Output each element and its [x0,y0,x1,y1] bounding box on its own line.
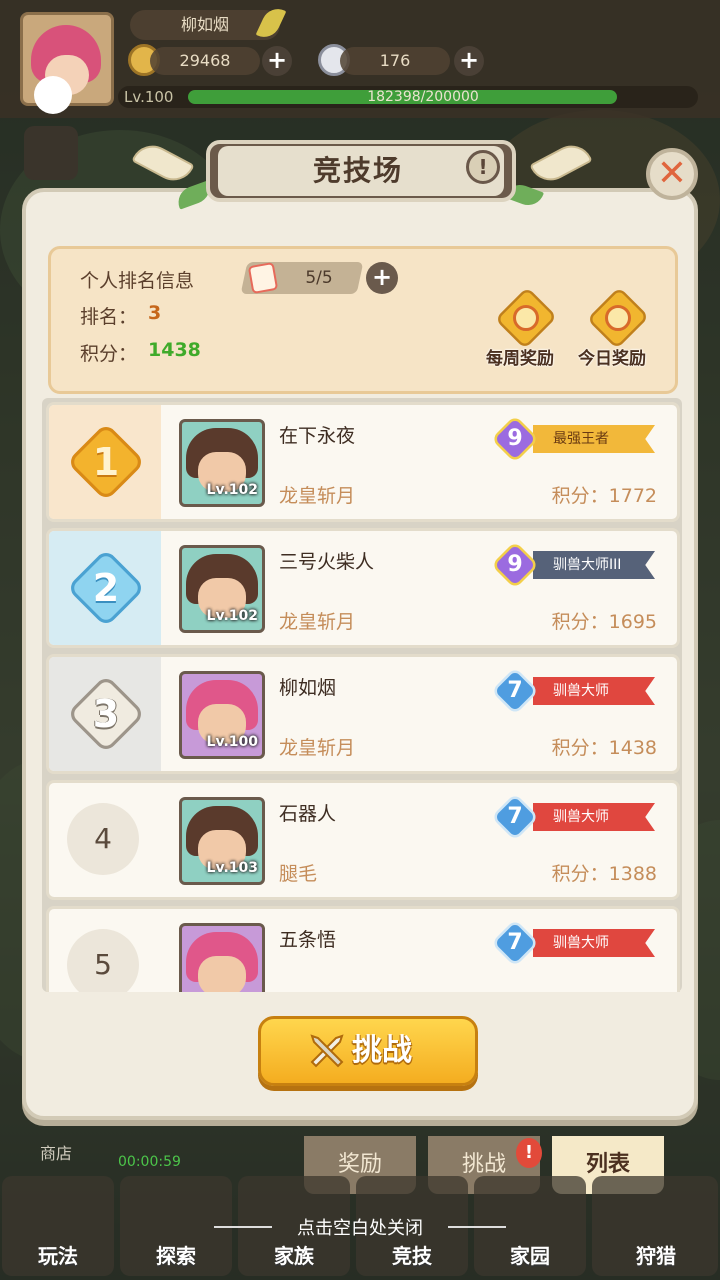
player-score: 积分：1772 [551,485,657,507]
player-avatar[interactable]: Lv.102 [179,545,265,633]
avatar-level: Lv.100 [206,734,258,750]
avatar-level: Lv.103 [206,860,258,876]
guild-name: 龙皇斩月 [279,485,356,507]
tier-number: 7 [507,930,523,955]
close-hint: 点击空白处关闭 [297,1218,423,1239]
add-ticket-button[interactable]: + [366,262,398,294]
player-score: 积分：1438 [551,737,657,759]
floating-button[interactable] [34,76,72,114]
player-name: 石器人 [279,803,337,825]
shop-label: 商店 [40,1144,73,1163]
score-label: 积分： [80,343,138,365]
tier-number: 7 [507,678,523,703]
rank-cell: 1 [49,405,161,519]
add-gem-button[interactable]: + [454,46,484,76]
player-avatar[interactable] [179,923,265,992]
tier-ribbon: 最强王者 [533,425,655,453]
notification-badge: ! [516,1138,542,1168]
panel-title: 竞技场 [312,154,403,187]
player-name: 三号火柴人 [279,551,375,573]
weekly-reward-core [513,305,539,331]
nav-family-label: 家族 [274,1244,314,1268]
player-level: Lv.100 [124,88,174,106]
guild-name: 腿毛 [279,863,318,885]
rank-cell: 5 [49,909,161,992]
close-button[interactable]: ✕ [646,148,698,200]
rank-value: 3 [148,302,162,324]
gold-amount: 29468 [150,47,260,75]
player-score: 积分：1388 [551,863,657,885]
nav-arena-label: 竞技 [392,1244,432,1268]
player-avatar[interactable]: Lv.102 [179,419,265,507]
rank-number: 1 [92,440,120,484]
tier-ribbon: 驯兽大师 [533,803,655,831]
exp-text: 182398/200000 [367,89,479,105]
rank-row-4[interactable]: 4 Lv.103 石器人 腿毛 积分：1388 驯兽大师 7 [46,780,680,900]
avatar-level: Lv.102 [206,608,258,624]
nav-hunt-label: 狩猎 [636,1244,676,1268]
rank-cell: 4 [49,783,161,897]
ticket-count: 5/5 [305,268,333,288]
crossed-swords-icon [310,1034,344,1068]
rank-row-3[interactable]: 3 Lv.100 柳如烟 龙皇斩月 积分：1438 驯兽大师 7 [46,654,680,774]
daily-reward-label[interactable]: 今日奖励 [578,344,646,369]
daily-reward-core [605,305,631,331]
score-value: 1438 [148,339,201,361]
rank-row-5[interactable]: 5 五条悟 驯兽大师 7 [46,906,680,992]
guild-name: 龙皇斩月 [279,611,356,633]
gem-amount: 176 [340,47,450,75]
player-avatar[interactable]: Lv.100 [179,671,265,759]
rank-number: 5 [67,929,139,992]
guild-name: 龙皇斩月 [279,737,356,759]
tier-ribbon: 驯兽大师III [533,551,655,579]
rank-number: 3 [92,692,120,736]
player-score: 积分：1695 [551,611,657,633]
rank-row-2[interactable]: 2 Lv.102 三号火柴人 龙皇斩月 积分：1695 驯兽大师III 9 [46,528,680,648]
player-avatar[interactable]: Lv.103 [179,797,265,885]
rank-number: 4 [67,803,139,875]
avatar-level: Lv.102 [206,482,258,498]
challenge-label[interactable]: 挑战 [352,1016,412,1086]
tier-number: 9 [507,426,523,451]
rank-label: 排名： [80,306,138,328]
limited-timer: 00:00:59 [118,1154,181,1170]
player-name: 柳如烟 [279,677,337,699]
ticket-icon [247,261,279,295]
weekly-reward-label[interactable]: 每周奖励 [486,344,554,369]
info-button[interactable]: ! [466,150,500,184]
menu-grid-icon[interactable] [24,126,78,180]
player-name: 在下永夜 [279,425,356,447]
add-gold-button[interactable]: + [262,46,292,76]
rank-row-1[interactable]: 1 Lv.102 在下永夜 龙皇斩月 积分：1772 最强王者 9 [46,402,680,522]
nav-home-label: 家园 [510,1244,550,1268]
player-name: 五条悟 [279,929,337,951]
rank-cell: 3 [49,657,161,771]
tier-number: 7 [507,804,523,829]
tier-ribbon: 驯兽大师 [533,929,655,957]
rank-number: 2 [92,566,120,610]
tier-ribbon: 驯兽大师 [533,677,655,705]
tier-number: 9 [507,552,523,577]
nav-play-label: 玩法 [38,1244,78,1268]
rank-cell: 2 [49,531,161,645]
personal-rank-header: 个人排名信息 [80,270,195,292]
nav-explore-label: 探索 [156,1244,196,1268]
